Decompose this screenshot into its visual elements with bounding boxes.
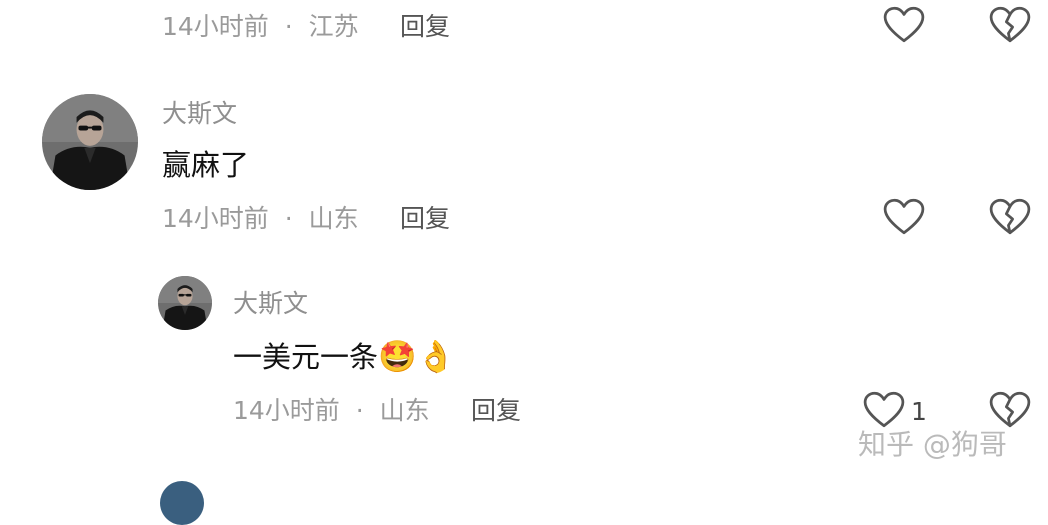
comment-text-body: 一美元一条 [233,340,379,374]
broken-heart-icon[interactable] [989,198,1031,236]
comment-time: 14小时前 [162,204,269,233]
comment-location: 江苏 [308,12,359,41]
comment-text: 赢麻了 [162,148,250,182]
like-count: 1 [911,397,927,426]
meta-separator: · [284,204,293,233]
broken-heart-icon[interactable] [989,391,1031,429]
meta-separator: · [284,12,293,41]
avatar[interactable] [158,276,212,330]
comment-location: 山东 [379,396,430,425]
reply-button[interactable]: 回复 [471,398,521,423]
reply-button[interactable]: 回复 [400,14,450,39]
reply-button[interactable]: 回复 [400,206,450,231]
username[interactable]: 大斯文 [162,101,237,126]
comment-location: 山东 [308,204,359,233]
ok-hand-emoji: 👌 [416,339,456,375]
heart-outline-icon[interactable] [883,6,925,44]
comment-time: 14小时前 [162,12,269,41]
watermark: 知乎 @狗哥 [858,428,1007,461]
broken-heart-icon[interactable] [989,6,1031,44]
heart-outline-icon[interactable] [863,391,905,429]
heart-outline-icon[interactable] [883,198,925,236]
comment-meta: 14小时前 · 江苏 [162,14,359,39]
username[interactable]: 大斯文 [233,291,308,316]
comment-meta: 14小时前 · 山东 [162,206,359,231]
avatar[interactable] [160,481,204,525]
comment-meta: 14小时前 · 山东 [233,398,430,423]
avatar[interactable] [42,94,138,190]
comment-text: 一美元一条🤩👌 [233,342,455,373]
star-struck-emoji: 🤩 [378,339,417,375]
meta-separator: · [355,396,364,425]
comment-time: 14小时前 [233,396,340,425]
